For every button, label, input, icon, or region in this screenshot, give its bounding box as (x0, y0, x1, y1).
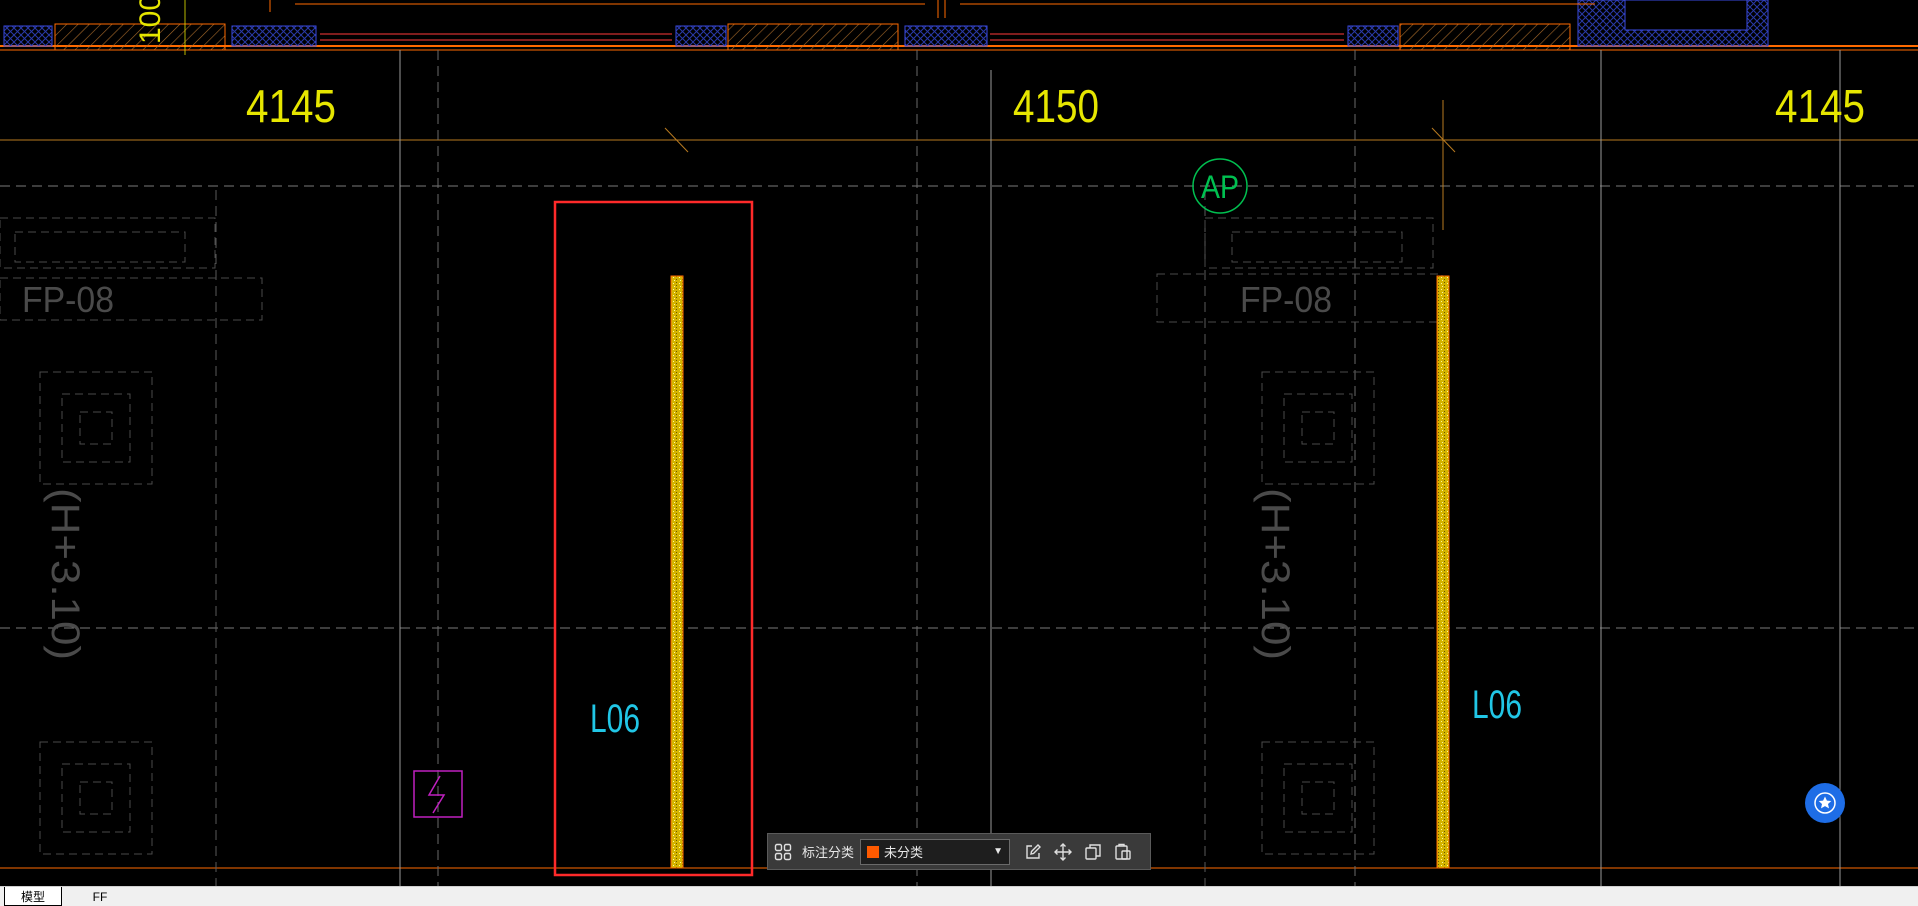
top-dimension-text: 100 (134, 0, 167, 44)
light-strip-right[interactable] (1436, 275, 1450, 869)
axis-bubble-label: AP (1201, 169, 1239, 205)
light-strip-left[interactable] (670, 275, 684, 869)
fixture-label-right: FP-08 (1240, 279, 1332, 320)
layout-tab-bar: 模型 FF (0, 886, 1918, 906)
dimension-text-2: 4150 (1013, 80, 1099, 132)
category-color-swatch (867, 845, 880, 858)
tab-model[interactable]: 模型 (4, 887, 62, 906)
dimension-text-1: 4145 (246, 80, 336, 132)
star-icon (1814, 792, 1836, 814)
elevation-label-right: (H+3.10) (1253, 488, 1297, 660)
cad-drawing: 100 4145 4150 4145 AP FP-08 (H+3.10) FP-… (0, 0, 1918, 886)
edit-icon[interactable] (1018, 837, 1048, 867)
annotation-toolbar: 标注分类 未分类 ▼ (767, 833, 1151, 870)
grid-icon[interactable] (768, 837, 798, 867)
top-wall-band (0, 0, 1918, 55)
selection-box[interactable] (553, 200, 754, 877)
copy-icon[interactable] (1078, 837, 1108, 867)
category-dropdown[interactable]: 未分类 ▼ (860, 838, 1011, 865)
move-icon[interactable] (1048, 837, 1078, 867)
tab-ff[interactable]: FF (70, 887, 130, 906)
category-value: 未分类 (884, 845, 924, 860)
axis-bubble: AP (1192, 158, 1248, 214)
paste-icon[interactable] (1108, 837, 1138, 867)
cad-drawing-canvas[interactable]: 100 4145 4150 4145 AP FP-08 (H+3.10) FP-… (0, 0, 1918, 886)
favorite-button[interactable] (1805, 783, 1845, 823)
dimension-text-3: 4145 (1775, 80, 1865, 132)
element-label-left: L06 (590, 697, 640, 741)
element-label-right: L06 (1472, 683, 1522, 727)
elevation-label-left: (H+3.10) (43, 488, 87, 660)
category-label: 标注分类 (802, 845, 855, 860)
chevron-down-icon: ▼ (993, 846, 1004, 857)
grid-lines (0, 50, 1918, 886)
fixture-label-left: FP-08 (22, 279, 114, 320)
